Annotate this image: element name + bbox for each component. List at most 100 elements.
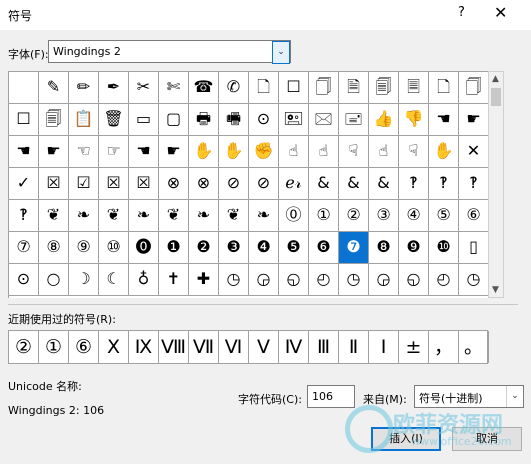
symbol-cell[interactable]: ◵ <box>399 264 429 296</box>
symbol-cell[interactable]: ⓪ <box>279 200 309 232</box>
symbol-cell[interactable]: ☟ <box>339 136 369 168</box>
symbol-cell[interactable]: ‽ <box>429 168 459 200</box>
symbol-cell[interactable]: ☽ <box>69 264 99 296</box>
symbol-cell[interactable]: ❧ <box>69 200 99 232</box>
symbol-cell[interactable]: ○ <box>39 264 69 296</box>
symbol-cell[interactable]: ◶ <box>249 264 279 296</box>
recent-symbol-cell[interactable]: Ⅹ <box>99 331 129 363</box>
symbol-cell[interactable]: ☾ <box>99 264 129 296</box>
symbol-cell[interactable]: 🗋 <box>429 72 459 104</box>
symbol-cell[interactable]: ❦ <box>39 200 69 232</box>
symbol-cell[interactable]: ☎ <box>189 72 219 104</box>
symbol-cell[interactable]: ☐ <box>279 72 309 104</box>
symbol-cell[interactable]: ④ <box>399 200 429 232</box>
symbol-cell[interactable]: ⊘ <box>249 168 279 200</box>
symbol-cell[interactable]: ☑ <box>69 168 99 200</box>
symbol-cell[interactable]: ✕ <box>459 136 489 168</box>
recent-symbol-cell[interactable]: Ⅴ <box>249 331 279 363</box>
symbol-cell[interactable]: ‽ <box>9 200 39 232</box>
symbol-cell[interactable]: ⑥ <box>459 200 489 232</box>
recent-symbol-cell[interactable]: Ⅱ <box>339 331 369 363</box>
recent-symbol-cell[interactable]: Ⅲ <box>309 331 339 363</box>
symbol-cell[interactable]: 🗏 <box>399 72 429 104</box>
symbol-cell[interactable]: ‽ <box>399 168 429 200</box>
char-code-input[interactable]: 106 <box>307 385 355 408</box>
symbol-cell[interactable]: ✝ <box>159 264 189 296</box>
symbol-cell[interactable]: ❾ <box>399 232 429 264</box>
symbol-cell[interactable]: ⊙ <box>249 104 279 136</box>
chevron-down-icon[interactable]: ⌄ <box>272 41 290 64</box>
symbol-cell[interactable]: ❷ <box>189 232 219 264</box>
symbol-cell[interactable]: 🖂 <box>309 104 339 136</box>
recent-symbol-cell[interactable]: 。 <box>459 331 489 363</box>
symbol-cell[interactable]: & <box>369 168 399 200</box>
symbol-cell[interactable]: 🗎 <box>339 72 369 104</box>
symbol-cell[interactable]: ☚ <box>429 104 459 136</box>
recent-symbol-cell[interactable]: ± <box>399 331 429 363</box>
symbol-cell[interactable]: ☟ <box>399 136 429 168</box>
symbol-cell[interactable]: ◶ <box>369 264 399 296</box>
symbol-cell[interactable]: ‽ <box>459 168 489 200</box>
cancel-button[interactable]: 取消 <box>452 427 522 451</box>
symbol-cell[interactable]: ☛ <box>39 136 69 168</box>
symbol-cell[interactable]: ❦ <box>159 200 189 232</box>
symbol-cell[interactable]: ❧ <box>249 200 279 232</box>
scroll-thumb[interactable] <box>491 88 501 106</box>
symbol-cell[interactable]: & <box>339 168 369 200</box>
symbol-cell[interactable]: ✆ <box>219 72 249 104</box>
symbol-cell[interactable]: ✄ <box>159 72 189 104</box>
symbol-cell[interactable]: ⑤ <box>429 200 459 232</box>
grid-scrollbar[interactable]: ▲ ▼ <box>488 71 504 298</box>
symbol-cell[interactable]: ① <box>309 200 339 232</box>
symbol-cell[interactable]: ◵ <box>279 264 309 296</box>
symbol-cell[interactable]: ❦ <box>219 200 249 232</box>
symbol-cell[interactable]: ✂ <box>129 72 159 104</box>
symbol-cell[interactable]: ✒ <box>99 72 129 104</box>
symbol-cell[interactable]: ◴ <box>429 264 459 296</box>
symbol-cell[interactable]: ☝ <box>309 136 339 168</box>
symbol-cell[interactable]: ☐ <box>9 104 39 136</box>
symbol-cell[interactable]: ☚ <box>129 136 159 168</box>
symbol-cell[interactable]: ⊙ <box>9 264 39 296</box>
symbol-cell[interactable]: ☝ <box>369 136 399 168</box>
symbol-cell[interactable]: ✓ <box>9 168 39 200</box>
symbol-cell[interactable]: 👍 <box>369 104 399 136</box>
symbol-cell[interactable]: ❽ <box>369 232 399 264</box>
recent-symbol-cell[interactable]: Ⅸ <box>129 331 159 363</box>
symbol-cell[interactable]: 🖶 <box>189 104 219 136</box>
scroll-down-icon[interactable]: ▼ <box>492 285 499 295</box>
symbol-cell[interactable]: ⊗ <box>159 168 189 200</box>
chevron-down-icon[interactable]: ⌄ <box>506 386 523 407</box>
symbol-cell[interactable]: ❺ <box>279 232 309 264</box>
symbol-cell[interactable]: ⓿ <box>129 232 159 264</box>
close-icon[interactable]: ✕ <box>494 3 507 22</box>
symbol-cell[interactable]: ☚ <box>9 136 39 168</box>
symbol-cell[interactable]: ☛ <box>459 104 489 136</box>
symbol-cell[interactable]: 🗐 <box>369 72 399 104</box>
symbol-cell[interactable]: ✎ <box>39 72 69 104</box>
recent-symbol-cell[interactable]: ② <box>9 331 39 363</box>
symbol-cell[interactable]: 🖃 <box>339 104 369 136</box>
symbol-cell[interactable]: ❦ <box>99 200 129 232</box>
recent-symbol-cell[interactable]: Ⅵ <box>219 331 249 363</box>
symbol-cell[interactable] <box>9 72 39 104</box>
recent-symbol-cell[interactable]: ① <box>39 331 69 363</box>
symbol-cell[interactable]: ☒ <box>129 168 159 200</box>
symbol-cell[interactable]: ✏ <box>69 72 99 104</box>
symbol-cell[interactable]: ▯ <box>459 232 489 264</box>
symbol-cell[interactable]: ❧ <box>189 200 219 232</box>
symbol-cell[interactable]: ✊ <box>249 136 279 168</box>
symbol-cell[interactable]: ❸ <box>219 232 249 264</box>
symbol-cell[interactable]: ◴ <box>309 264 339 296</box>
recent-symbol-cell[interactable]: Ⅰ <box>369 331 399 363</box>
symbol-cell[interactable]: ② <box>339 200 369 232</box>
symbol-cell[interactable]: ✚ <box>189 264 219 296</box>
symbol-cell[interactable]: 👎 <box>399 104 429 136</box>
symbol-cell[interactable]: ♁ <box>129 264 159 296</box>
recent-symbol-cell[interactable]: ， <box>429 331 459 363</box>
symbol-cell[interactable]: 🗋 <box>249 72 279 104</box>
recent-symbol-cell[interactable]: Ⅷ <box>159 331 189 363</box>
symbol-cell[interactable]: ③ <box>369 200 399 232</box>
symbol-cell[interactable]: ❻ <box>309 232 339 264</box>
symbol-cell[interactable]: ☛ <box>159 136 189 168</box>
